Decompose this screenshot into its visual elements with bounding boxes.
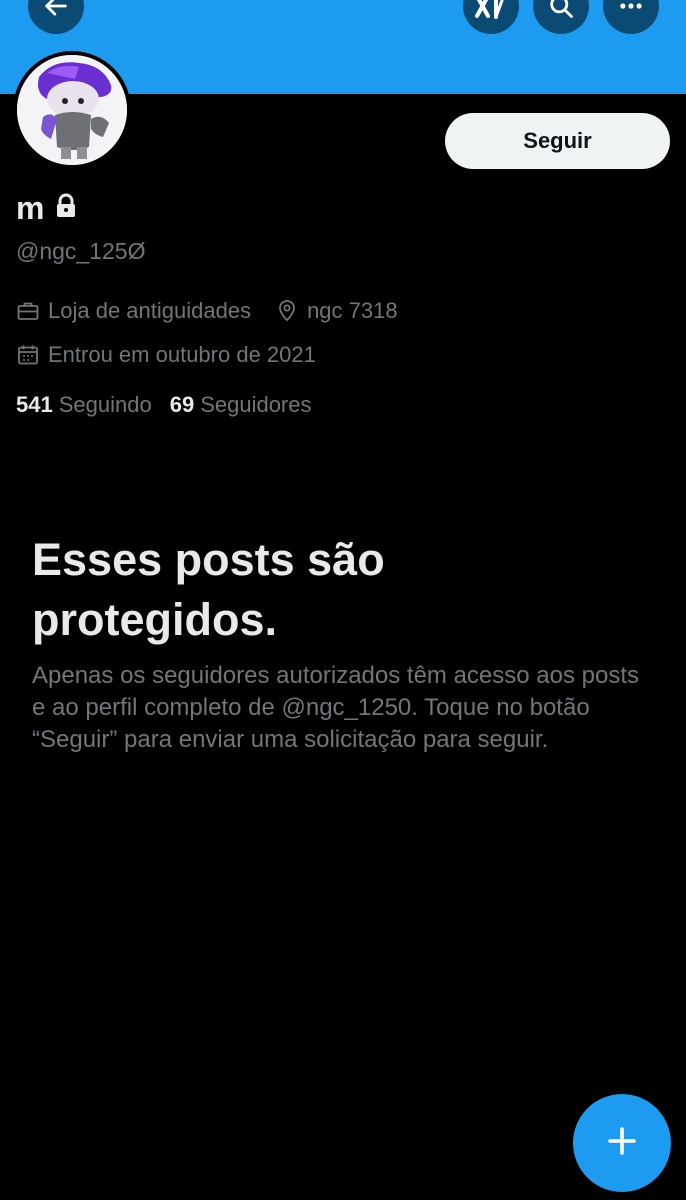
arrow-left-icon (42, 0, 70, 20)
more-icon (617, 0, 645, 20)
profile-meta: Loja de antiguidades ngc 7318 (16, 298, 398, 324)
follow-button[interactable]: Seguir (445, 113, 670, 169)
location-pin-icon (275, 299, 299, 323)
following-count: 541 (16, 392, 53, 417)
avatar[interactable] (13, 51, 131, 169)
calendar-icon (16, 343, 40, 367)
briefcase-icon (16, 299, 40, 323)
profile-handle: @ngc_125Ø (16, 238, 146, 264)
joined-item: Entrou em outubro de 2021 (16, 342, 316, 368)
profession-item: Loja de antiguidades (16, 298, 251, 324)
protected-message: Apenas os seguidores autorizados têm ace… (32, 662, 640, 753)
avatar-image (17, 55, 127, 165)
profession-text: Loja de antiguidades (48, 298, 252, 323)
location-text: ngc 7318 (307, 298, 398, 323)
profile-name-row: m (16, 190, 78, 227)
profile-name: m (16, 190, 45, 226)
plus-icon (604, 1123, 640, 1164)
followers-count: 69 (169, 392, 195, 417)
location-item: ngc 7318 (275, 298, 398, 324)
following-label: Seguindo (58, 392, 152, 417)
following-link[interactable]: 541 Seguindo (16, 392, 152, 418)
compose-button[interactable] (573, 1094, 671, 1192)
grok-icon (474, 0, 508, 20)
protected-title: Esses posts são protegidos. (32, 534, 385, 645)
followers-label: Seguidores (200, 392, 312, 417)
search-icon (547, 0, 575, 20)
followers-link[interactable]: 69 Seguidores (170, 392, 312, 418)
joined-text: Entrou em outubro de 2021 (48, 342, 316, 367)
follow-stats: 541 Seguindo 69 Seguidores (16, 392, 312, 418)
lock-icon (54, 190, 78, 227)
